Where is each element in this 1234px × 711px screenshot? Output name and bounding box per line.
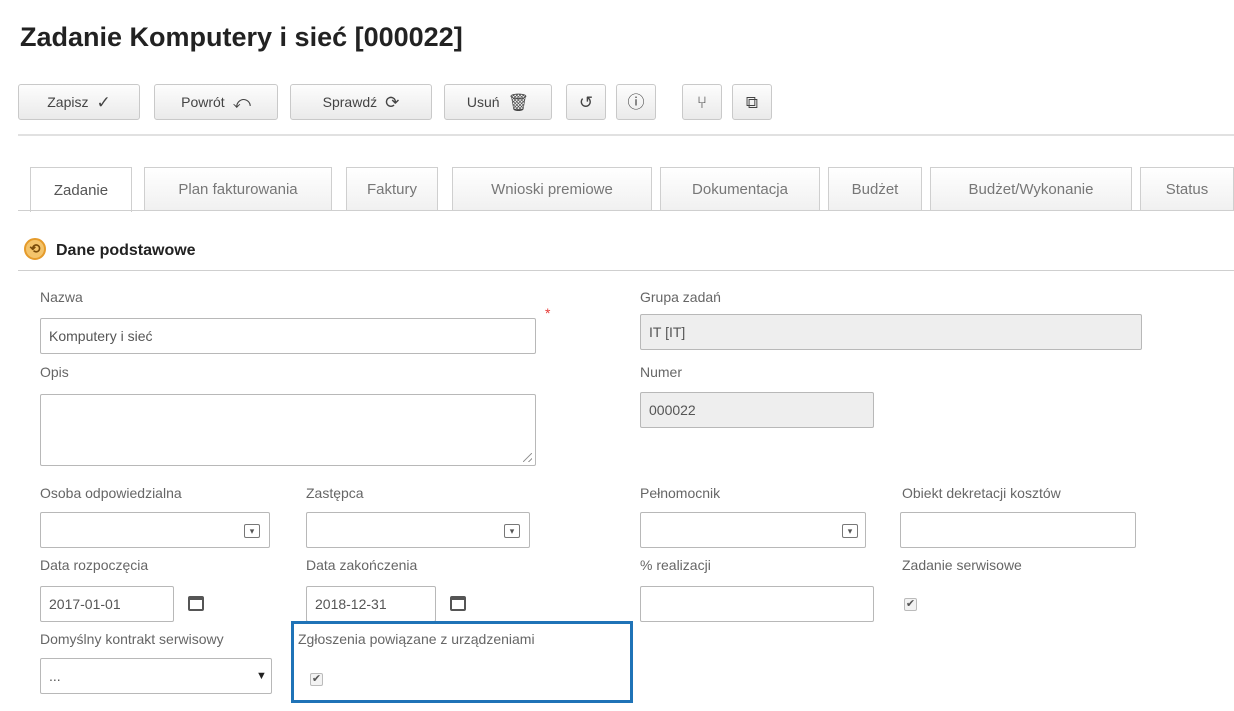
tab-budzet-wykonanie[interactable]: Budżet/Wykonanie — [930, 167, 1132, 211]
dropdown-arrow-icon[interactable]: ▼ — [256, 670, 267, 682]
nazwa-label: Nazwa — [40, 289, 83, 305]
realizacja-input[interactable] — [640, 586, 874, 622]
data-zakonczenia-label: Data zakończenia — [306, 557, 418, 573]
zadanie-serwisowe-label: Zadanie serwisowe — [902, 557, 1022, 573]
tabs-divider — [18, 210, 1234, 211]
zastepca-select[interactable] — [306, 512, 530, 548]
info-icon: ⓘ — [627, 92, 645, 112]
check-label: Sprawdź — [322, 94, 378, 110]
zastepca-label: Zastępca — [306, 485, 364, 501]
trash-icon: 🗑 — [507, 92, 530, 112]
opis-label: Opis — [40, 364, 69, 380]
pelnomocnik-select[interactable] — [640, 512, 866, 548]
zgloszenia-checkbox[interactable]: ✔ — [310, 673, 323, 686]
osoba-label: Osoba odpowiedzialna — [40, 485, 182, 501]
history-icon: ↺ — [578, 92, 594, 112]
copy-button[interactable]: ⧉ — [732, 84, 772, 120]
toolbar-divider — [18, 134, 1234, 136]
kontrakt-select[interactable]: ... — [40, 658, 272, 694]
tab-wnioski-premiowe[interactable]: Wnioski premiowe — [452, 167, 652, 211]
section-divider — [18, 270, 1234, 271]
refresh-icon: ⟳ — [385, 92, 400, 112]
tab-zadanie[interactable]: Zadanie — [30, 167, 132, 212]
obiekt-label: Obiekt dekretacji kosztów — [902, 485, 1061, 501]
chevron-down-icon[interactable]: ▾ — [244, 524, 260, 538]
realizacja-label: % realizacji — [640, 557, 711, 573]
tab-dokumentacja[interactable]: Dokumentacja — [660, 167, 820, 211]
grupa-label: Grupa zadań — [640, 289, 721, 305]
branch-button[interactable]: ⑂ — [682, 84, 722, 120]
save-button[interactable]: Zapisz ✓ — [18, 84, 140, 120]
info-button[interactable]: ⓘ — [616, 84, 656, 120]
back-button[interactable]: Powrót ⤺ — [154, 84, 278, 120]
branch-icon: ⑂ — [696, 92, 708, 112]
tab-budzet[interactable]: Budżet — [828, 167, 922, 211]
chevron-down-icon[interactable]: ▾ — [504, 524, 520, 538]
opis-textarea[interactable] — [40, 394, 536, 466]
osoba-select[interactable] — [40, 512, 270, 548]
numer-input[interactable]: 000022 — [640, 392, 874, 428]
history-button[interactable]: ↺ — [566, 84, 606, 120]
section-icon: ⟲ — [24, 238, 46, 260]
data-zakonczenia-input[interactable]: 2018-12-31 — [306, 586, 436, 622]
section-title: Dane podstawowe — [56, 242, 196, 259]
data-rozpoczecia-input[interactable]: 2017-01-01 — [40, 586, 174, 622]
delete-label: Usuń — [466, 94, 500, 110]
required-marker: * — [545, 305, 551, 321]
zadanie-serwisowe-checkbox[interactable]: ✔ — [904, 598, 917, 611]
numer-label: Numer — [640, 364, 683, 380]
grupa-input[interactable]: IT [IT] — [640, 314, 1142, 350]
nazwa-input[interactable]: Komputery i sieć — [40, 318, 536, 354]
back-arrow-icon: ⤺ — [232, 92, 251, 112]
obiekt-input[interactable] — [900, 512, 1136, 548]
zgloszenia-label: Zgłoszenia powiązane z urządzeniami — [298, 631, 535, 647]
check-button[interactable]: Sprawdź ⟳ — [290, 84, 432, 120]
tab-status[interactable]: Status — [1140, 167, 1234, 211]
chevron-down-icon[interactable]: ▾ — [842, 524, 858, 538]
data-rozpoczecia-label: Data rozpoczęcia — [40, 557, 149, 573]
kontrakt-label: Domyślny kontrakt serwisowy — [40, 631, 224, 647]
resize-handle[interactable] — [523, 453, 532, 462]
calendar-icon[interactable] — [450, 596, 466, 611]
tab-plan-fakturowania[interactable]: Plan fakturowania — [144, 167, 332, 211]
task-form-page: Zadanie Komputery i sieć [000022] Zapisz… — [0, 0, 1234, 711]
page-title: Zadanie Komputery i sieć [000022] — [20, 22, 463, 52]
save-label: Zapisz — [47, 94, 89, 110]
tab-faktury[interactable]: Faktury — [346, 167, 438, 211]
pelnomocnik-label: Pełnomocnik — [640, 485, 721, 501]
delete-button[interactable]: Usuń 🗑 — [444, 84, 552, 120]
checkmark-icon: ✓ — [96, 92, 111, 112]
back-label: Powrót — [181, 94, 225, 110]
calendar-icon[interactable] — [188, 596, 204, 611]
copy-icon: ⧉ — [745, 92, 759, 112]
